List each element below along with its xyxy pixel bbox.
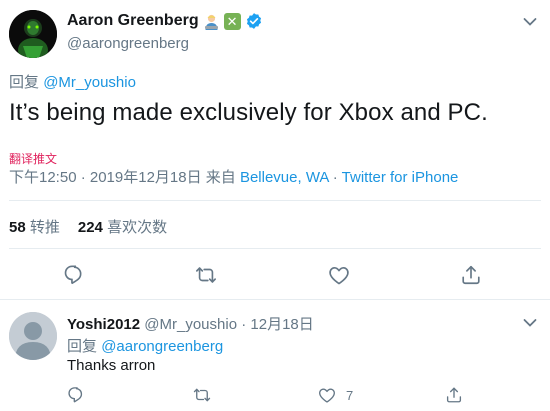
check-mark-emoji-icon: ✕ — [223, 12, 241, 30]
reply-prefix: 回复 — [9, 74, 40, 91]
divider — [9, 248, 541, 249]
reply-author-avatar[interactable] — [9, 312, 57, 360]
reply-like-action[interactable]: 7 — [318, 385, 353, 405]
reply-more-chevron-down-icon[interactable] — [523, 318, 537, 328]
author-handle[interactable]: @aarongreenberg — [67, 35, 189, 52]
reply-author-handle[interactable]: @Mr_youshio — [144, 316, 237, 333]
reply-to-line: 回复 @Mr_youshio — [9, 71, 136, 92]
meta-separator: · — [328, 169, 342, 186]
tweet-text: It’s being made exclusively for Xbox and… — [9, 99, 488, 126]
main-tweet: Aaron Greenberg ✕ @aarongreenberg 回复 @Mr… — [0, 0, 550, 300]
reply-share-action[interactable] — [445, 385, 463, 405]
reply-prefix: 回复 — [67, 338, 98, 355]
avatar-image — [9, 10, 57, 58]
reply-header: Yoshi2012 @Mr_youshio · 12月18日 — [67, 313, 314, 334]
retweet-icon[interactable] — [195, 264, 217, 286]
likes-label: 喜欢次数 — [107, 219, 168, 236]
tweet-metadata: 下午12:50 · 2019年12月18日 来自 Bellevue, WA · … — [9, 166, 458, 187]
tweet-timestamp[interactable]: 下午12:50 · 2019年12月18日 — [9, 169, 202, 186]
verified-badge-icon — [246, 13, 261, 29]
tweet-stats: 58 转推 224 喜欢次数 — [9, 216, 167, 237]
reply-reply-action[interactable] — [67, 385, 85, 405]
reply-author-name[interactable]: Yoshi2012 — [67, 316, 140, 333]
reply-text: Thanks arron — [67, 357, 156, 374]
reply-to-link[interactable]: @Mr_youshio — [43, 74, 136, 91]
retweets-count: 58 — [9, 219, 26, 236]
likes-stat[interactable]: 224 喜欢次数 — [78, 219, 167, 236]
share-upload-icon[interactable] — [445, 386, 463, 404]
source-link[interactable]: Twitter for iPhone — [342, 169, 459, 186]
more-options-chevron-down-icon[interactable] — [523, 17, 537, 27]
reply-icon[interactable] — [67, 386, 85, 404]
reply-to-line: 回复 @aarongreenberg — [67, 335, 223, 356]
divider — [9, 200, 541, 201]
share-upload-icon[interactable] — [460, 264, 482, 286]
like-heart-icon[interactable] — [318, 386, 336, 404]
location-link[interactable]: Bellevue, WA — [240, 169, 329, 186]
reply-icon[interactable] — [63, 264, 85, 286]
translate-tweet-link[interactable]: 翻译推文 — [9, 150, 57, 167]
retweet-icon[interactable] — [193, 386, 211, 404]
reply-date[interactable]: 12月18日 — [250, 316, 313, 333]
reply-date-separator: · — [237, 316, 251, 333]
from-prefix: 来自 — [201, 169, 240, 186]
author-name[interactable]: Aaron Greenberg — [67, 12, 199, 30]
retweets-label: 转推 — [29, 219, 60, 236]
reply-to-link[interactable]: @aarongreenberg — [101, 338, 223, 355]
author-name-row[interactable]: Aaron Greenberg ✕ — [67, 12, 263, 30]
like-heart-icon[interactable] — [328, 264, 350, 286]
person-emoji-icon — [202, 12, 220, 30]
author-avatar[interactable] — [9, 10, 57, 58]
reply-retweet-action[interactable] — [193, 385, 211, 405]
retweets-stat[interactable]: 58 转推 — [9, 219, 60, 236]
default-avatar-icon — [9, 312, 57, 360]
likes-count: 224 — [77, 219, 103, 236]
reply-likes-count: 7 — [346, 387, 354, 403]
